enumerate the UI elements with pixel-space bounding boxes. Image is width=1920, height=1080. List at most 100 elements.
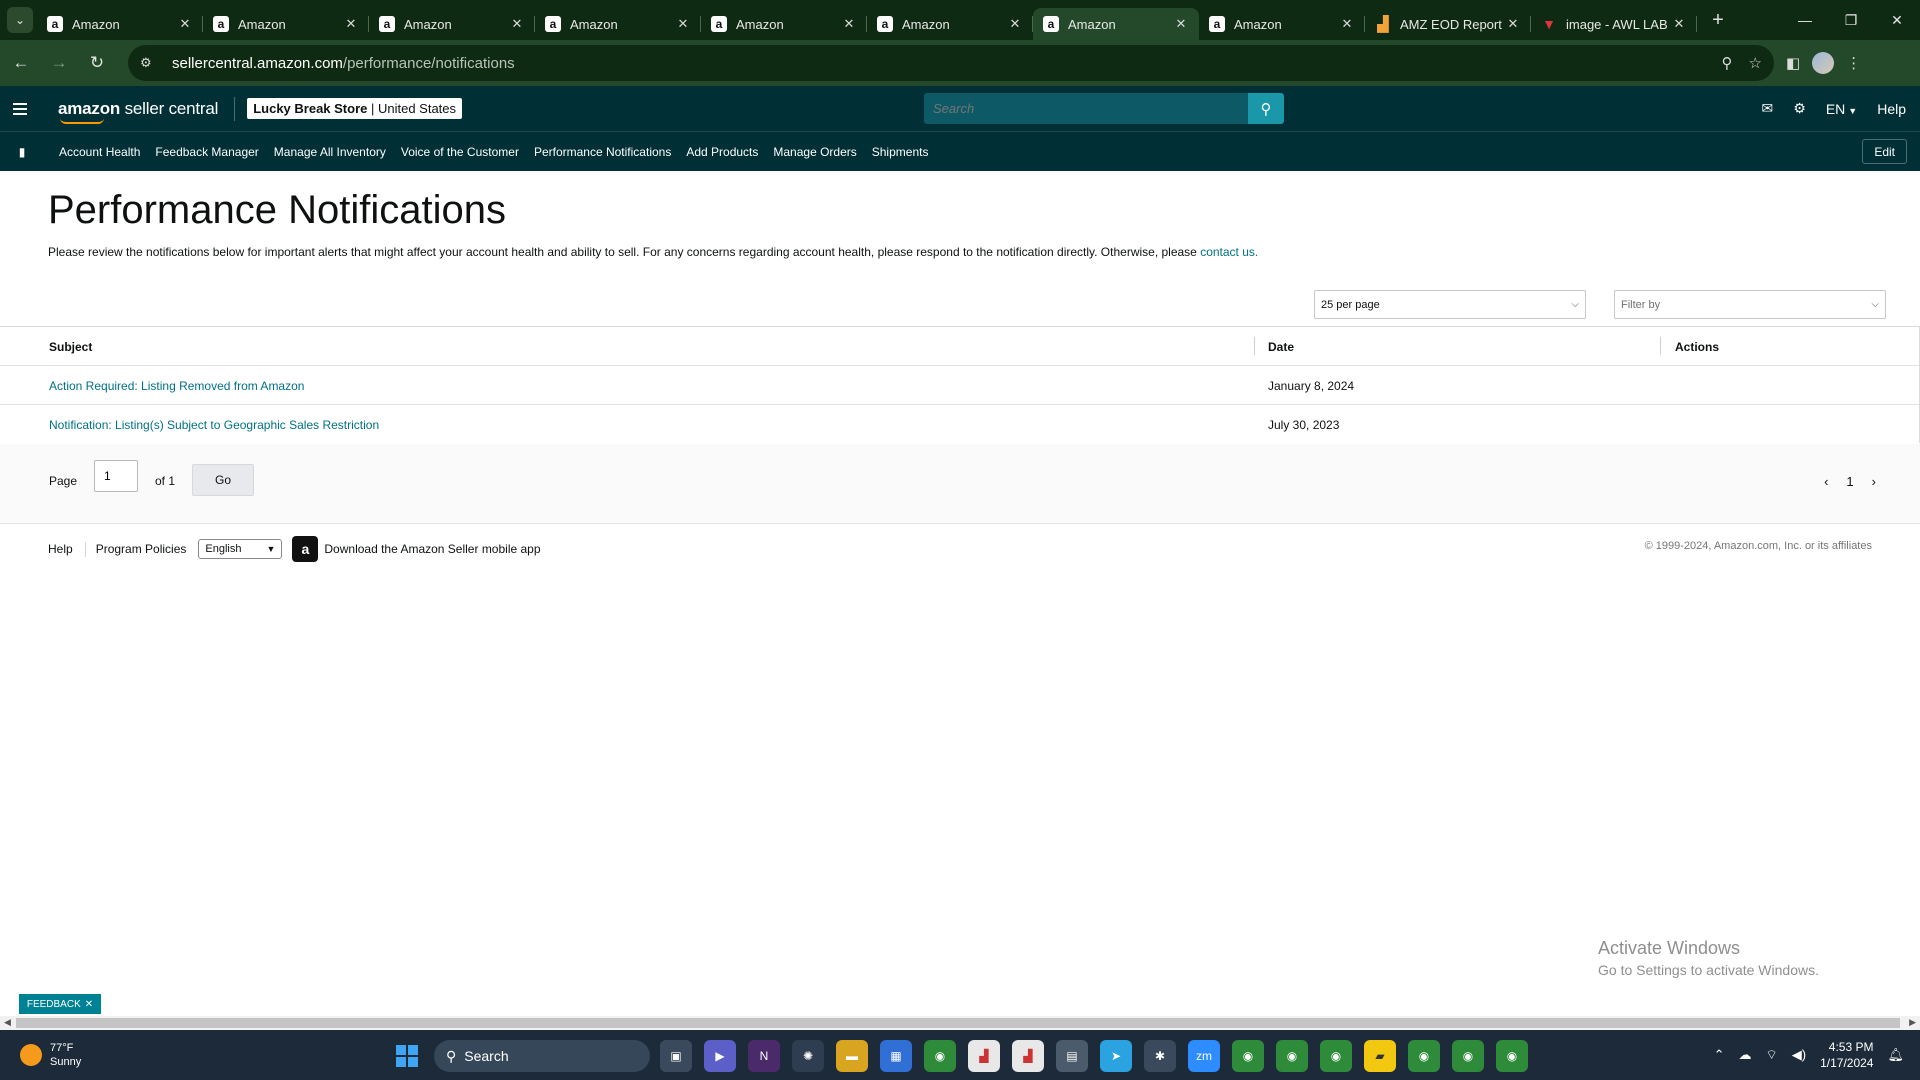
mail-icon[interactable]: ✉ <box>1762 100 1774 117</box>
chart-app-icon[interactable]: ▟ <box>1012 1040 1044 1072</box>
tab-close-icon[interactable]: ✕ <box>841 16 857 32</box>
edit-bookmarks-button[interactable]: Edit <box>1862 139 1907 164</box>
tab-close-icon[interactable]: ✕ <box>177 16 193 32</box>
tab-close-icon[interactable]: ✕ <box>1173 16 1189 32</box>
bookmark-ribbon-icon[interactable]: ▮ <box>0 145 44 159</box>
close-icon[interactable]: ✕ <box>85 999 93 1010</box>
browser-tab[interactable]: a Amazon ✕ <box>1199 8 1365 40</box>
task-view-icon[interactable]: ▣ <box>660 1040 692 1072</box>
per-page-select[interactable]: 25 per page ⌵ <box>1314 290 1586 319</box>
bookmark-add-products[interactable]: Add Products <box>686 145 758 159</box>
bookmark-manage-orders[interactable]: Manage Orders <box>773 145 856 159</box>
scrollbar-thumb[interactable] <box>16 1018 1900 1028</box>
back-arrow-icon[interactable]: ← <box>4 46 38 80</box>
calendar-icon[interactable]: ▦ <box>880 1040 912 1072</box>
sticky-notes-icon[interactable]: ▰ <box>1364 1040 1396 1072</box>
seller-app-icon[interactable]: a <box>292 536 319 562</box>
wifi-icon[interactable]: ⌔ <box>1766 1047 1778 1063</box>
meet-icon[interactable]: ▶ <box>704 1040 736 1072</box>
windows-start-icon[interactable] <box>396 1045 418 1067</box>
tab-close-icon[interactable]: ✕ <box>1671 16 1687 32</box>
browser-tab[interactable]: a Amazon ✕ <box>203 8 369 40</box>
zoom-icon[interactable]: ⚲ <box>1722 54 1733 72</box>
browser-tab[interactable]: a Amazon ✕ <box>369 8 535 40</box>
help-link[interactable]: Help <box>1877 101 1906 117</box>
tab-close-icon[interactable]: ✕ <box>675 16 691 32</box>
slack-icon[interactable]: ✱ <box>1144 1040 1176 1072</box>
new-tab-plus-icon[interactable]: + <box>1705 9 1731 32</box>
prev-page-chevron-icon[interactable]: ‹ <box>1824 474 1828 489</box>
tab-close-icon[interactable]: ✕ <box>1505 16 1521 32</box>
chrome-icon[interactable]: ◉ <box>1408 1040 1440 1072</box>
tab-search-chevron-icon[interactable]: ⌄ <box>7 7 33 33</box>
bookmark-voice-of-customer[interactable]: Voice of the Customer <box>401 145 519 159</box>
chrome-icon[interactable]: ◉ <box>1496 1040 1528 1072</box>
chart-app-icon[interactable]: ▟ <box>968 1040 1000 1072</box>
notification-bell-icon[interactable]: 🔔︎ <box>1887 1047 1904 1063</box>
file-explorer-icon[interactable]: ▬ <box>836 1040 868 1072</box>
tab-close-icon[interactable]: ✕ <box>1007 16 1023 32</box>
next-page-chevron-icon[interactable]: › <box>1872 474 1876 489</box>
browser-tab[interactable]: a Amazon ✕ <box>867 8 1033 40</box>
bookmark-shipments[interactable]: Shipments <box>872 145 929 159</box>
seller-central-logo[interactable]: amazon seller central <box>58 99 218 124</box>
chrome-icon[interactable]: ◉ <box>1232 1040 1264 1072</box>
go-button[interactable]: Go <box>192 464 254 496</box>
telegram-icon[interactable]: ➤ <box>1100 1040 1132 1072</box>
download-app-link[interactable]: Download the Amazon Seller mobile app <box>324 542 540 556</box>
bookmark-star-icon[interactable]: ☆ <box>1749 54 1762 72</box>
browser-tab[interactable]: a Amazon ✕ <box>535 8 701 40</box>
settings-gear-icon[interactable]: ⚙ <box>1793 100 1806 117</box>
page-number[interactable]: 1 <box>1846 474 1853 489</box>
address-bar[interactable]: ⚙ sellercentral.amazon.com/performance/n… <box>128 45 1774 81</box>
taskbar-search[interactable]: ⚲ Search <box>434 1040 650 1072</box>
app-swirl-icon[interactable]: ✺ <box>792 1040 824 1072</box>
chrome-icon[interactable]: ◉ <box>1452 1040 1484 1072</box>
bookmark-manage-all-inventory[interactable]: Manage All Inventory <box>274 145 386 159</box>
browser-tab[interactable]: a Amazon ✕ <box>701 8 867 40</box>
hamburger-menu-icon[interactable] <box>0 102 40 115</box>
browser-menu-icon[interactable]: ⋮ <box>1846 54 1861 72</box>
tab-close-icon[interactable]: ✕ <box>1339 16 1355 32</box>
tab-close-icon[interactable]: ✕ <box>509 16 525 32</box>
bookmark-account-health[interactable]: Account Health <box>59 145 140 159</box>
volume-icon[interactable]: ◀) <box>1792 1047 1806 1063</box>
feedback-tab[interactable]: FEEDBACK ✕ <box>19 994 101 1014</box>
profile-avatar[interactable] <box>1812 52 1835 74</box>
program-policies-link[interactable]: Program Policies <box>96 542 187 556</box>
chrome-icon[interactable]: ◉ <box>924 1040 956 1072</box>
browser-tab[interactable]: ▼ image - AWL LAB ✕ <box>1531 8 1697 40</box>
column-header-date[interactable]: Date <box>1268 327 1294 366</box>
scroll-right-arrow-icon[interactable]: ▶ <box>1909 1017 1916 1028</box>
search-button[interactable]: ⚲ <box>1248 93 1284 124</box>
language-selector[interactable]: EN ▼ <box>1826 101 1857 117</box>
chrome-icon[interactable]: ◉ <box>1320 1040 1352 1072</box>
browser-tab[interactable]: ▟ AMZ EOD Report ✕ <box>1365 8 1531 40</box>
nzxt-icon[interactable]: N <box>748 1040 780 1072</box>
site-info-icon[interactable]: ⚙ <box>140 55 162 71</box>
onedrive-cloud-icon[interactable]: ☁ <box>1739 1047 1752 1063</box>
calculator-icon[interactable]: ▤ <box>1056 1040 1088 1072</box>
tray-overflow-chevron-icon[interactable]: ⌃ <box>1714 1047 1725 1063</box>
close-window-icon[interactable]: ✕ <box>1874 0 1920 40</box>
footer-help-link[interactable]: Help <box>48 542 73 556</box>
store-switcher[interactable]: Lucky Break Store | United States <box>247 98 463 119</box>
bookmark-feedback-manager[interactable]: Feedback Manager <box>155 145 258 159</box>
chrome-icon[interactable]: ◉ <box>1276 1040 1308 1072</box>
browser-tab-active[interactable]: a Amazon ✕ <box>1033 8 1199 40</box>
horizontal-scrollbar[interactable]: ◀ ▶ <box>0 1016 1920 1030</box>
zoom-icon[interactable]: zm <box>1188 1040 1220 1072</box>
page-number-input[interactable] <box>94 460 138 492</box>
seller-search-input[interactable] <box>924 93 1248 124</box>
weather-widget[interactable]: 77°F Sunny <box>20 1041 81 1069</box>
bookmark-performance-notifications[interactable]: Performance Notifications <box>534 145 671 159</box>
notification-link[interactable]: Notification: Listing(s) Subject to Geog… <box>49 418 379 432</box>
footer-language-select[interactable]: English ▼ <box>198 539 283 559</box>
scroll-left-arrow-icon[interactable]: ◀ <box>4 1017 11 1028</box>
forward-arrow-icon[interactable]: → <box>42 46 76 80</box>
contact-us-link[interactable]: contact us. <box>1200 245 1258 259</box>
reload-icon[interactable]: ↻ <box>80 46 114 80</box>
minimize-icon[interactable]: — <box>1782 0 1828 40</box>
side-panel-icon[interactable]: ◧ <box>1786 54 1800 72</box>
tab-close-icon[interactable]: ✕ <box>343 16 359 32</box>
